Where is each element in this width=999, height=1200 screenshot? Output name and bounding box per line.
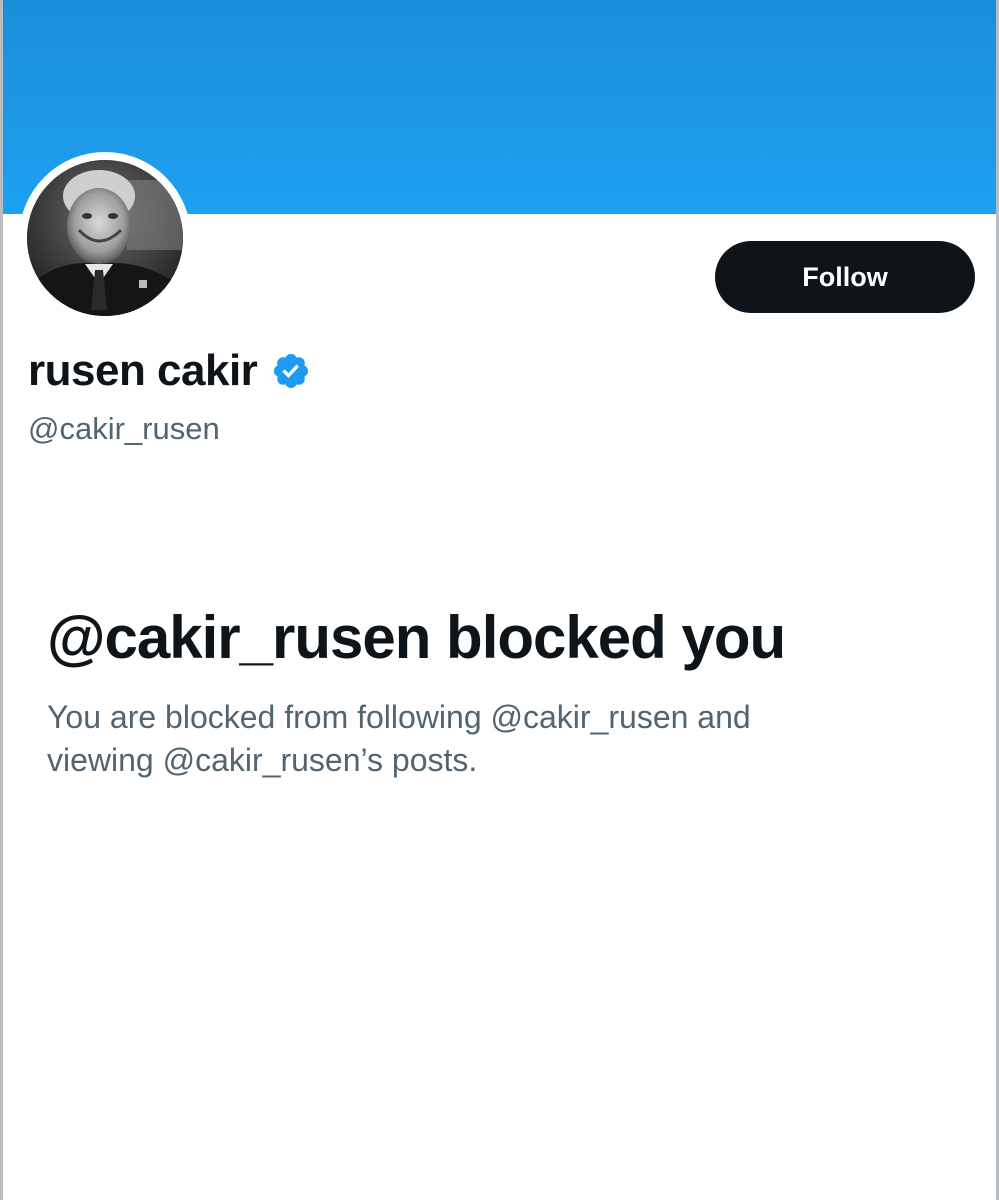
avatar[interactable] bbox=[27, 160, 183, 316]
blocked-title: @cakir_rusen blocked you bbox=[47, 604, 786, 671]
profile-handle: @cakir_rusen bbox=[28, 411, 220, 446]
profile-name-row: rusen cakir bbox=[28, 346, 311, 396]
profile-page: Follow rusen cakir @cakir_rusen @cakir_r… bbox=[0, 0, 999, 1200]
blocked-description: You are blocked from following @cakir_ru… bbox=[47, 696, 907, 782]
blocked-description-line-1: You are blocked from following @cakir_ru… bbox=[47, 699, 751, 735]
blocked-description-line-2: viewing @cakir_rusen’s posts. bbox=[47, 742, 478, 778]
avatar-photo bbox=[27, 160, 183, 316]
display-name: rusen cakir bbox=[28, 346, 258, 395]
verified-badge-icon[interactable] bbox=[271, 351, 311, 391]
follow-button[interactable]: Follow bbox=[715, 241, 975, 313]
